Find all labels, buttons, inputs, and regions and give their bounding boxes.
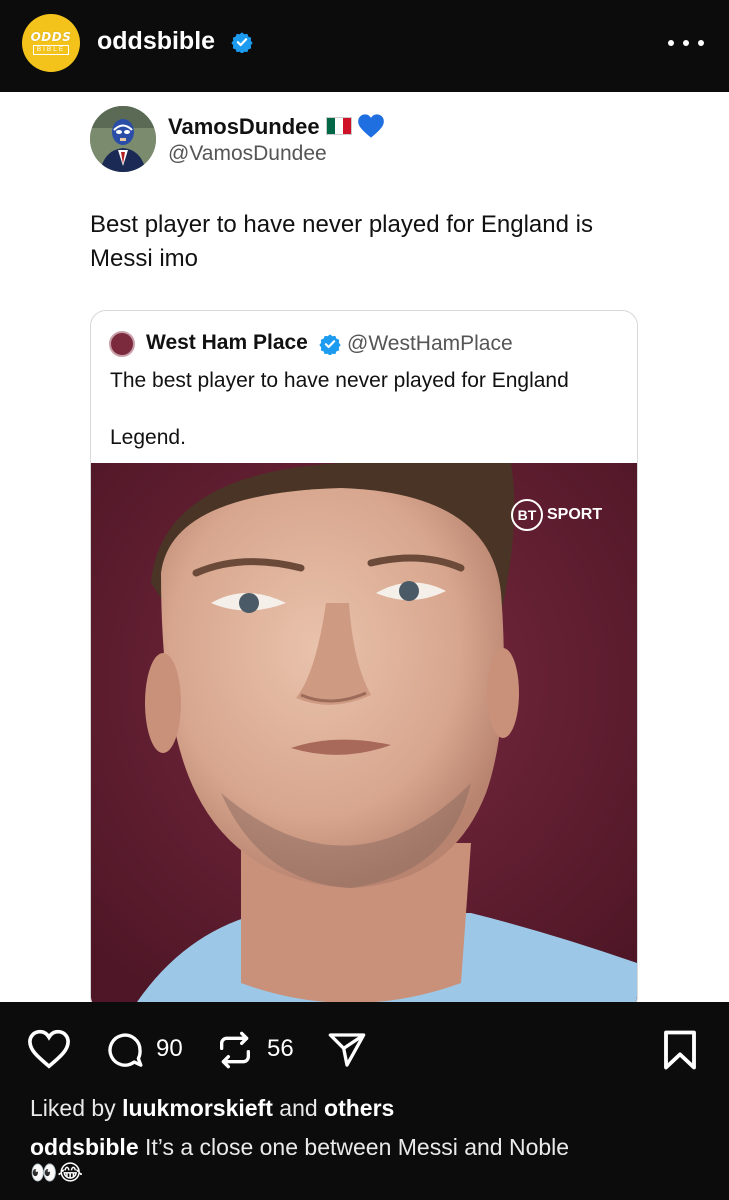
footballer-face-image [91, 463, 637, 1002]
mexico-flag-icon [326, 117, 352, 135]
share-send-icon[interactable] [326, 1030, 368, 1070]
caption-text: It’s a close one between Messi and Noble [145, 1134, 570, 1160]
bt-sport-logo: BT SPORT [511, 499, 602, 531]
likes-summary[interactable]: Liked by luukmorskieft and others [30, 1095, 394, 1122]
tweet-author-avatar [90, 106, 156, 172]
account-avatar[interactable]: ODDS BIBLE [22, 14, 80, 72]
comment-bubble-icon[interactable] [104, 1031, 146, 1071]
quoted-tweet-text: The best player to have never played for… [110, 369, 569, 392]
repost-icon[interactable] [215, 1030, 255, 1070]
caption-username[interactable]: oddsbible [30, 1134, 139, 1160]
account-name[interactable]: oddsbible [97, 27, 215, 56]
avatar-logo-text: ODDS [30, 30, 72, 44]
like-heart-icon[interactable] [27, 1029, 71, 1069]
tweet-text: Best player to have never played for Eng… [90, 211, 593, 272]
liked-by-others[interactable]: others [324, 1095, 394, 1121]
more-options-icon[interactable] [668, 37, 704, 49]
quoted-tweet-photo: BT SPORT [91, 463, 637, 1002]
likes-and: and [279, 1095, 318, 1121]
likes-prefix: Liked by [30, 1095, 116, 1121]
quoted-tweet-text-line2: Legend. [110, 426, 186, 449]
wrestler-mask-avatar-image [90, 106, 156, 172]
repost-count: 56 [267, 1035, 294, 1062]
post-caption: oddsbible It’s a close one between Messi… [30, 1132, 710, 1162]
verified-badge-icon [231, 32, 253, 53]
tweet-author-name: VamosDundee [168, 114, 320, 139]
bt-logo-mark: BT [511, 499, 543, 531]
liked-by-user[interactable]: luukmorskieft [122, 1095, 273, 1121]
post-media[interactable]: VamosDundee @VamosDundee Best player to … [0, 92, 729, 1002]
quoted-author-name: West Ham Place [146, 331, 308, 354]
comment-count: 90 [156, 1035, 183, 1062]
post-header: ODDS BIBLE oddsbible [0, 0, 729, 92]
caption-emoji: 👀😂 [30, 1160, 84, 1185]
verified-badge-icon [319, 334, 341, 355]
bt-logo-text: SPORT [547, 506, 603, 523]
post-actions: 90 56 Liked by luukmorskieft and others … [0, 1002, 729, 1200]
tweet-author-handle: @VamosDundee [168, 142, 327, 165]
quoted-tweet: West Ham Place @WestHamPlace The best pl… [90, 310, 638, 1002]
quoted-author-handle: @WestHamPlace [347, 332, 513, 355]
avatar-logo-subtext: BIBLE [32, 45, 70, 55]
quoted-author-avatar [109, 331, 135, 357]
bookmark-icon[interactable] [662, 1029, 698, 1071]
blue-heart-icon [358, 114, 384, 138]
